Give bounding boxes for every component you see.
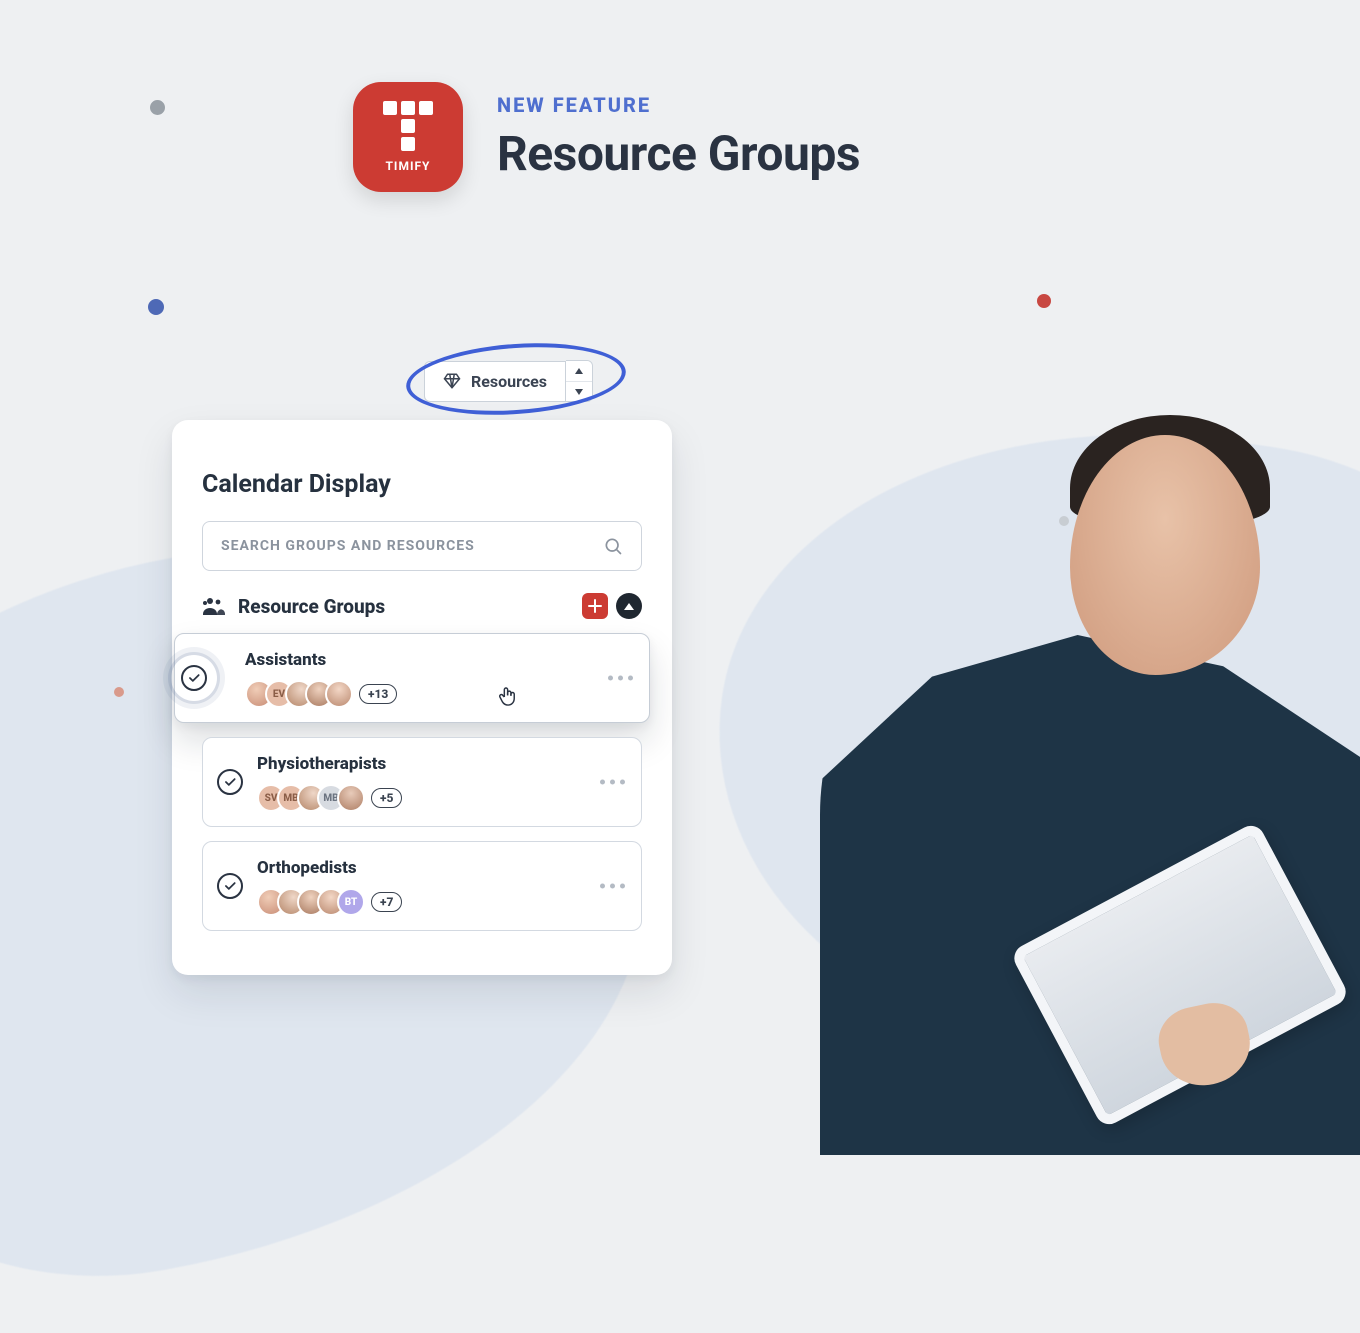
search-icon	[603, 536, 623, 556]
check-icon	[223, 775, 237, 789]
avatar-row: BT +7	[257, 888, 623, 916]
check-icon	[223, 879, 237, 893]
chevron-up-icon	[574, 367, 584, 375]
more-menu-button[interactable]	[600, 884, 625, 889]
logo-icon	[383, 101, 433, 151]
more-count: +13	[359, 684, 397, 704]
select-toggle[interactable]	[181, 665, 207, 691]
avatar	[325, 680, 353, 708]
diamond-icon	[443, 372, 461, 390]
select-toggle[interactable]	[217, 769, 243, 795]
avatar	[337, 784, 365, 812]
collapse-button[interactable]	[616, 593, 642, 619]
resources-label: Resources	[471, 372, 547, 391]
plus-icon	[588, 599, 602, 613]
brand-name: TIMIFY	[386, 159, 431, 173]
decor-dot	[1037, 294, 1051, 308]
app-logo: TIMIFY	[353, 82, 463, 192]
group-name: Physiotherapists	[257, 754, 623, 774]
more-count: +5	[371, 788, 402, 808]
group-name: Assistants	[245, 650, 631, 670]
section-title: Resource Groups	[238, 595, 385, 618]
promo-person-illustration	[820, 395, 1360, 1155]
group-name: Orthopedists	[257, 858, 623, 878]
add-group-button[interactable]	[582, 593, 608, 619]
group-card-orthopedists[interactable]: Orthopedists BT +7	[202, 841, 642, 931]
search-input[interactable]: SEARCH GROUPS AND RESOURCES	[202, 521, 642, 571]
more-menu-button[interactable]	[600, 780, 625, 785]
pointer-cursor-icon	[497, 684, 519, 710]
resources-button[interactable]: Resources	[424, 361, 566, 402]
avatar-row: EV +13	[245, 680, 631, 708]
decor-dot	[148, 299, 164, 315]
hero-kicker: NEW FEATURE	[497, 93, 860, 117]
panel-title: Calendar Display	[202, 470, 642, 499]
hero-text: NEW FEATURE Resource Groups	[497, 93, 860, 182]
stepper-up-button[interactable]	[566, 361, 592, 381]
resources-selector: Resources	[424, 360, 593, 402]
people-icon	[202, 596, 226, 616]
more-count: +7	[371, 892, 402, 912]
decor-dot	[150, 100, 165, 115]
hero-header: TIMIFY NEW FEATURE Resource Groups	[353, 82, 860, 192]
group-card-physiotherapists[interactable]: Physiotherapists SV MB MB +5	[202, 737, 642, 827]
calendar-display-panel: Calendar Display SEARCH GROUPS AND RESOU…	[172, 420, 672, 975]
chevron-up-icon	[623, 601, 635, 611]
avatar-row: SV MB MB +5	[257, 784, 623, 812]
avatar: BT	[337, 888, 365, 916]
more-menu-button[interactable]	[608, 676, 633, 681]
search-placeholder: SEARCH GROUPS AND RESOURCES	[221, 538, 475, 554]
select-toggle[interactable]	[217, 873, 243, 899]
stepper-down-button[interactable]	[566, 381, 592, 401]
check-icon	[187, 671, 201, 685]
resources-stepper	[566, 360, 593, 402]
resource-groups-header: Resource Groups	[202, 593, 642, 619]
chevron-down-icon	[574, 388, 584, 396]
hero-title: Resource Groups	[497, 125, 860, 182]
group-card-assistants[interactable]: Assistants EV +13	[174, 633, 650, 723]
decor-dot	[114, 687, 124, 697]
